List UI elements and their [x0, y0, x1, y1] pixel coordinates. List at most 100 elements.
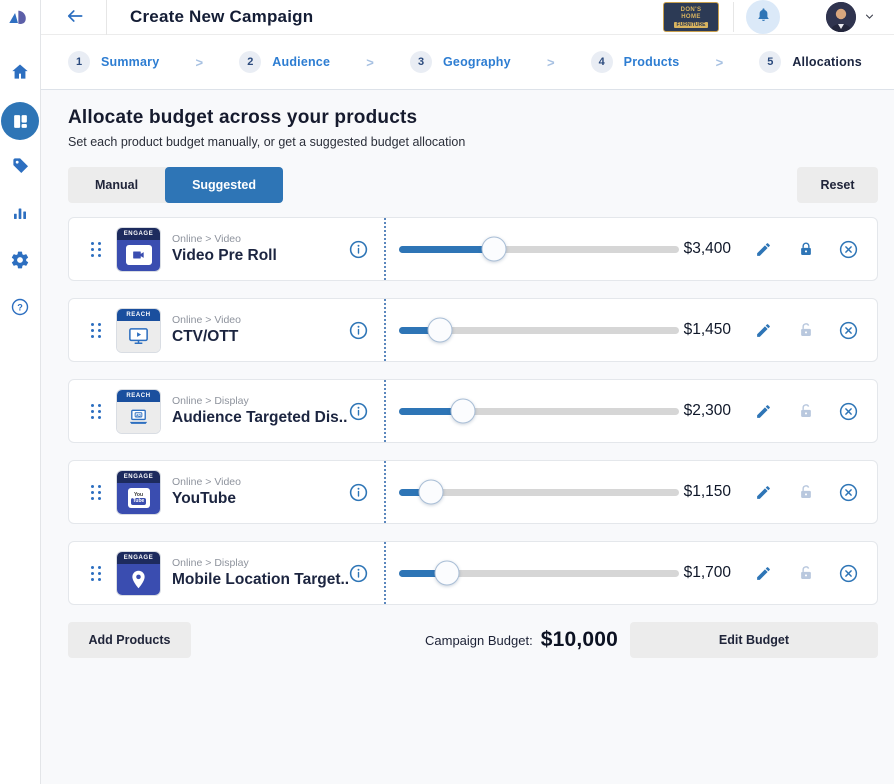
product-name: CTV/OTT	[172, 328, 348, 346]
info-icon[interactable]	[348, 320, 372, 341]
sidebar-item-help[interactable]: ?	[0, 287, 41, 331]
topbar: Create New Campaign DON'S HOME FURNITURE	[41, 0, 894, 35]
help-icon: ?	[10, 297, 30, 322]
stepper-step[interactable]: 3 Geography	[410, 51, 511, 73]
sidebar-item-tags[interactable]	[0, 146, 41, 190]
product-row: REACH Online > Video CTV/OTT $1,450	[68, 298, 878, 362]
budget-amount: $2,300	[679, 402, 733, 420]
lock-icon[interactable]	[797, 564, 815, 582]
budget-slider[interactable]	[399, 479, 679, 505]
drag-handle-icon[interactable]	[89, 485, 103, 500]
advertiser-logo[interactable]: DON'S HOME FURNITURE	[663, 2, 719, 32]
budget-footer: Add Products Campaign Budget: $10,000 Ed…	[68, 622, 878, 658]
edit-budget-button[interactable]: Edit Budget	[630, 622, 878, 658]
manual-toggle-button[interactable]: Manual	[68, 167, 165, 203]
brand-logo[interactable]	[0, 0, 40, 35]
stepper-step[interactable]: 4 Products	[591, 51, 680, 73]
sidebar-item-campaigns[interactable]	[0, 99, 41, 143]
drag-handle-icon[interactable]	[89, 566, 103, 581]
drag-handle-icon[interactable]	[89, 404, 103, 419]
lock-icon[interactable]	[797, 240, 815, 258]
user-avatar[interactable]	[826, 2, 856, 32]
divider	[384, 542, 386, 604]
divider	[384, 461, 386, 523]
drag-handle-icon[interactable]	[89, 242, 103, 257]
edit-amount-icon[interactable]	[755, 403, 772, 420]
sidebar-item-settings[interactable]	[0, 240, 41, 284]
budget-slider[interactable]	[399, 398, 679, 424]
divider	[106, 0, 107, 35]
remove-product-icon[interactable]	[838, 239, 859, 260]
stepper-step[interactable]: 2 Audience	[239, 51, 330, 73]
chevron-right-icon: >	[196, 55, 204, 70]
product-icon: ENGAGE YouTube	[116, 470, 161, 515]
info-icon[interactable]	[348, 401, 372, 422]
budget-amount: $1,700	[679, 564, 733, 582]
info-icon[interactable]	[348, 239, 372, 260]
lock-icon[interactable]	[797, 402, 815, 420]
stepper: 1 Summary > 2 Audience > 3 Geography > 4…	[41, 35, 894, 90]
product-glyph-icon: YouTube	[117, 483, 160, 514]
stepper-step[interactable]: 1 Summary	[68, 51, 159, 73]
remove-product-icon[interactable]	[838, 401, 859, 422]
chevron-down-icon	[864, 10, 875, 25]
back-button[interactable]	[65, 6, 85, 29]
notifications-button[interactable]	[746, 0, 780, 34]
slider-handle[interactable]	[419, 480, 444, 505]
tag-icon	[11, 156, 30, 180]
edit-amount-icon[interactable]	[755, 241, 772, 258]
slider-handle[interactable]	[482, 237, 507, 262]
product-category: Online > Video	[172, 314, 348, 326]
stepper-step[interactable]: 5 Allocations	[759, 51, 862, 73]
reset-button[interactable]: Reset	[797, 167, 878, 203]
product-name: YouTube	[172, 490, 348, 508]
remove-product-icon[interactable]	[838, 320, 859, 341]
sidebar-item-reports[interactable]	[0, 193, 41, 237]
remove-product-icon[interactable]	[838, 482, 859, 503]
remove-product-icon[interactable]	[838, 563, 859, 584]
sidebar-item-home[interactable]	[0, 52, 41, 96]
slider-track[interactable]	[399, 408, 679, 415]
edit-amount-icon[interactable]	[755, 565, 772, 582]
product-icon: ENGAGE	[116, 551, 161, 596]
product-meta: Online > Display Mobile Location Target.…	[172, 557, 348, 589]
slider-handle[interactable]	[451, 399, 476, 424]
product-row: ENGAGE YouTube Online > Video YouTube $1…	[68, 460, 878, 524]
slider-handle[interactable]	[434, 561, 459, 586]
svg-text:AD: AD	[136, 413, 141, 417]
divider	[384, 218, 386, 280]
campaign-budget-value: $10,000	[541, 628, 618, 652]
budget-slider[interactable]	[399, 317, 679, 343]
lock-icon[interactable]	[797, 483, 815, 501]
sidebar-nav: ?	[0, 35, 40, 331]
budget-slider[interactable]	[399, 236, 679, 262]
product-category: Online > Display	[172, 557, 348, 569]
home-icon	[10, 62, 30, 87]
slider-handle[interactable]	[427, 318, 452, 343]
product-row: ENGAGE Online > Display Mobile Location …	[68, 541, 878, 605]
suggested-toggle-button[interactable]: Suggested	[165, 167, 283, 203]
advertiser-logo-line3: FURNITURE	[674, 22, 709, 28]
budget-slider[interactable]	[399, 560, 679, 586]
product-meta: Online > Video YouTube	[172, 476, 348, 508]
product-badge: ENGAGE	[117, 471, 160, 483]
info-icon[interactable]	[348, 563, 372, 584]
add-products-button[interactable]: Add Products	[68, 622, 191, 658]
lock-icon[interactable]	[797, 321, 815, 339]
campaigns-dashboard-icon	[1, 102, 39, 140]
edit-amount-icon[interactable]	[755, 322, 772, 339]
step-label: Allocations	[792, 55, 862, 69]
allocation-mode-toggle: Manual Suggested	[68, 167, 283, 203]
svg-text:?: ?	[17, 302, 23, 312]
account-menu-button[interactable]	[864, 10, 875, 25]
product-name: Mobile Location Target...	[172, 571, 348, 589]
settings-gear-icon	[10, 250, 30, 275]
edit-amount-icon[interactable]	[755, 484, 772, 501]
budget-amount: $1,450	[679, 321, 733, 339]
step-label: Geography	[443, 55, 511, 69]
app-window: ? Create New Campaign DON'S HOME FURNITU…	[0, 0, 894, 784]
product-meta: Online > Video Video Pre Roll	[172, 233, 348, 265]
info-icon[interactable]	[348, 482, 372, 503]
drag-handle-icon[interactable]	[89, 323, 103, 338]
slider-track[interactable]	[399, 246, 679, 253]
